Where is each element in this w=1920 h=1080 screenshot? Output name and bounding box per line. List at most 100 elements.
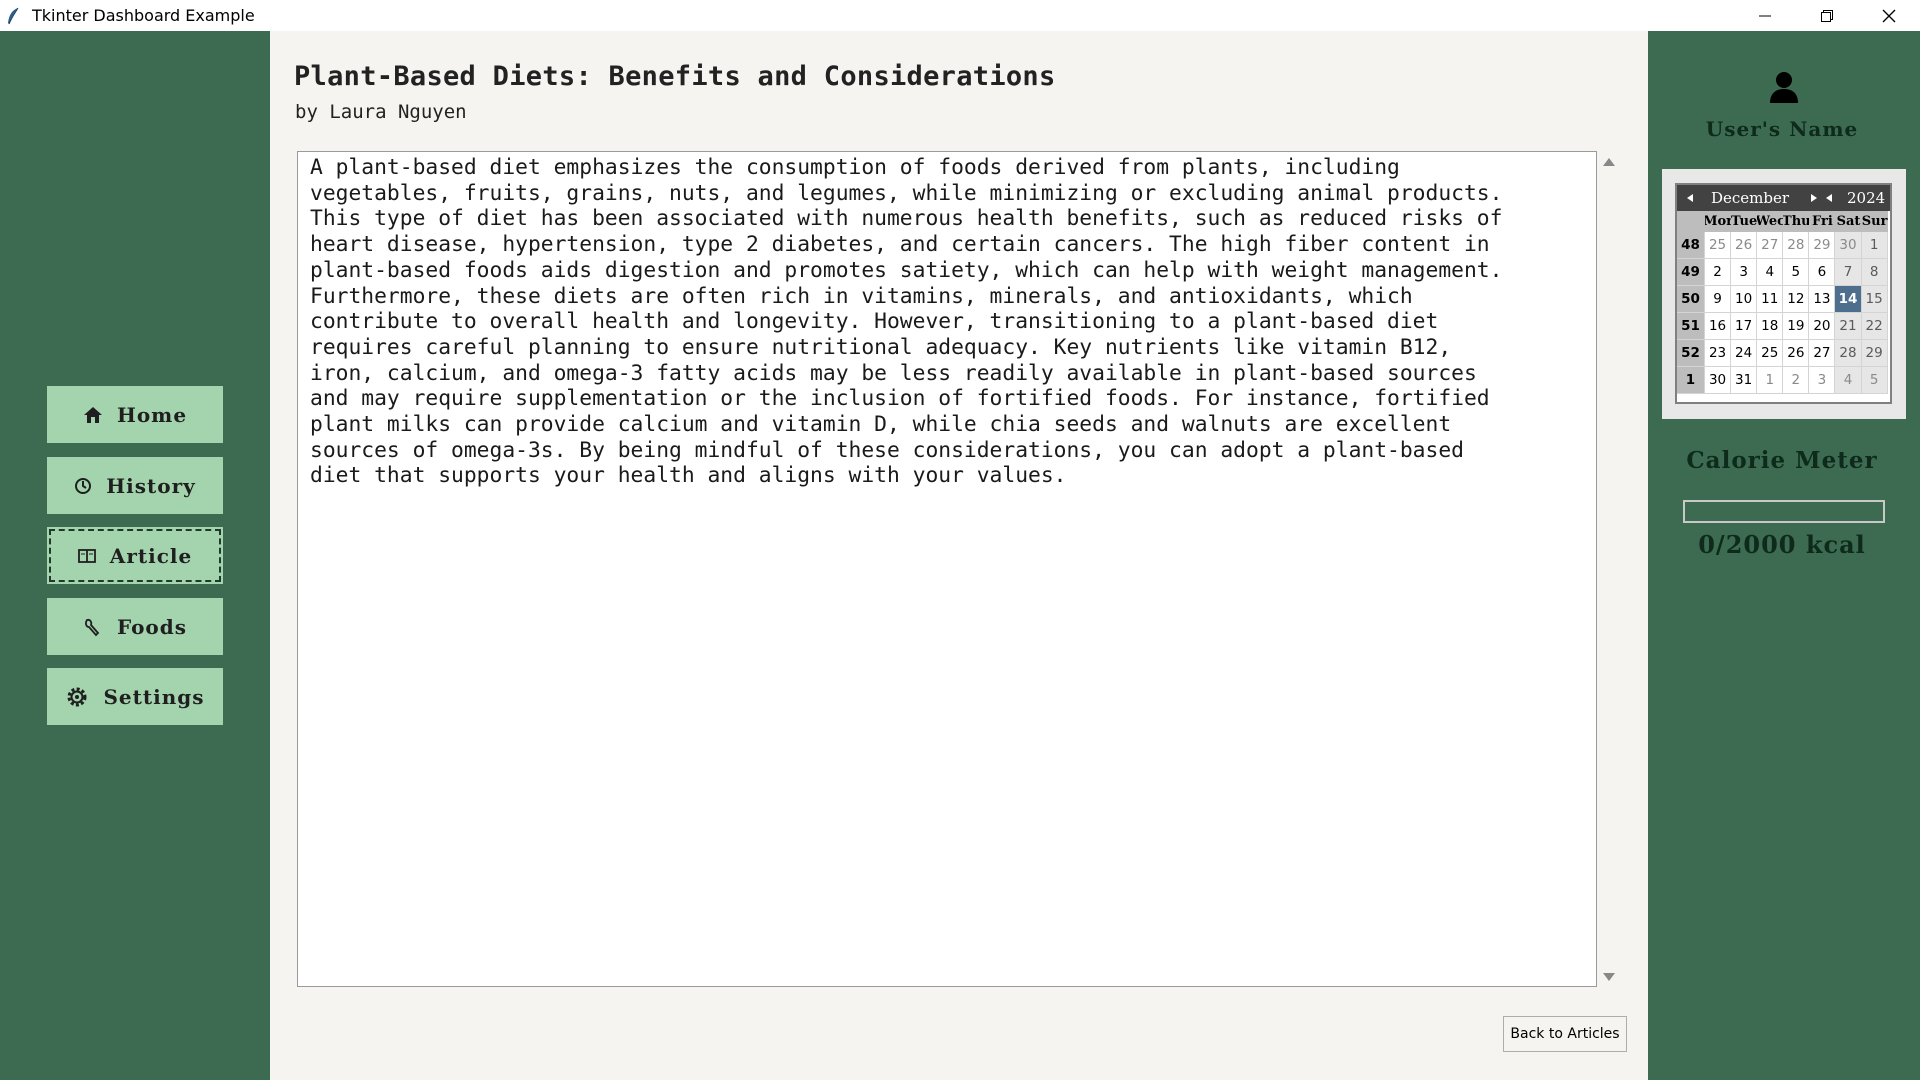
calendar-week-number: 52	[1677, 340, 1705, 367]
sidebar-item-settings[interactable]: Settings	[47, 668, 223, 725]
user-name: User's Name	[1705, 117, 1859, 141]
sidebar-item-label: Article	[109, 543, 193, 568]
calendar-day[interactable]: 16	[1705, 313, 1732, 340]
calendar-day[interactable]: 4	[1835, 367, 1862, 394]
article-body: A plant-based diet emphasizes the consum…	[310, 155, 1503, 489]
title-bar: Tkinter Dashboard Example	[0, 0, 1920, 31]
close-icon	[1882, 9, 1896, 22]
calendar-week-number: 51	[1677, 313, 1705, 340]
calendar-day[interactable]: 23	[1705, 340, 1732, 367]
sidebar: Home History Article Foods Settings	[0, 31, 270, 1080]
calendar-day[interactable]: 21	[1835, 313, 1862, 340]
calendar-day[interactable]: 15	[1861, 286, 1888, 313]
food-icon	[83, 617, 103, 637]
calendar-day[interactable]: 2	[1783, 367, 1810, 394]
calendar-grid: Mor Tue Wec Thu Fri Sat Sur 48 25 26 27 28 29 30 1 49 2 3…	[1677, 211, 1890, 394]
back-to-articles-button[interactable]: Back to Articles	[1503, 1016, 1627, 1052]
sidebar-item-label: Foods	[116, 614, 188, 639]
calendar-day[interactable]: 3	[1809, 367, 1836, 394]
calendar-year: 2024	[1847, 189, 1886, 207]
calorie-meter-title: Calorie Meter	[1686, 447, 1878, 474]
calendar-day[interactable]: 8	[1861, 259, 1888, 286]
calendar-day[interactable]: 18	[1757, 313, 1784, 340]
calorie-progress-bar	[1683, 500, 1885, 523]
calendar-day[interactable]: 25	[1705, 232, 1732, 259]
calendar-day[interactable]: 28	[1783, 232, 1810, 259]
calendar-day[interactable]: 2	[1705, 259, 1732, 286]
calendar-day[interactable]: 28	[1835, 340, 1862, 367]
scroll-down-arrow-icon[interactable]	[1603, 973, 1615, 981]
calendar-day[interactable]: 26	[1731, 232, 1758, 259]
calendar-day[interactable]: 22	[1861, 313, 1888, 340]
calendar-day[interactable]: 4	[1757, 259, 1784, 286]
prev-year-arrow-icon[interactable]	[1826, 194, 1832, 202]
calendar-weekday-header: Wec	[1757, 211, 1784, 232]
calorie-meter-value: 0/2000 kcal	[1698, 530, 1866, 559]
calendar-corner	[1677, 211, 1705, 232]
calendar-week-number: 48	[1677, 232, 1705, 259]
calendar-day[interactable]: 3	[1731, 259, 1758, 286]
calendar-day[interactable]: 26	[1783, 340, 1810, 367]
calendar-header: December 2024	[1677, 185, 1890, 211]
calendar-day[interactable]: 6	[1809, 259, 1836, 286]
calendar-weekday-header: Thu	[1783, 211, 1810, 232]
calendar-day[interactable]: 1	[1757, 367, 1784, 394]
calendar-day[interactable]: 17	[1731, 313, 1758, 340]
article-text-area[interactable]: A plant-based diet emphasizes the consum…	[297, 151, 1597, 987]
close-button[interactable]	[1858, 0, 1920, 31]
calendar-day[interactable]: 11	[1757, 286, 1784, 313]
calendar-day[interactable]: 9	[1705, 286, 1732, 313]
calendar-day[interactable]: 27	[1809, 340, 1836, 367]
calendar-day-selected[interactable]: 14	[1835, 286, 1862, 313]
minimize-icon	[1759, 15, 1771, 16]
calendar-day[interactable]: 20	[1809, 313, 1836, 340]
sidebar-item-home[interactable]: Home	[47, 386, 223, 443]
calendar-container: December 2024 Mor Tue Wec Thu Fri Sat Sur 48 25 2…	[1662, 169, 1906, 419]
calendar-weekday-header: Mor	[1705, 211, 1732, 232]
calendar-month: December	[1711, 189, 1790, 207]
calendar-day[interactable]: 19	[1783, 313, 1810, 340]
calendar-day[interactable]: 7	[1835, 259, 1862, 286]
sidebar-item-label: Home	[116, 402, 188, 427]
calendar-day[interactable]: 29	[1861, 340, 1888, 367]
calendar-weekday-header: Sat	[1835, 211, 1862, 232]
calendar-day[interactable]: 12	[1783, 286, 1810, 313]
restore-button[interactable]	[1796, 0, 1858, 31]
clock-icon	[74, 477, 92, 495]
sidebar-item-label: Settings	[103, 684, 205, 709]
calendar-day[interactable]: 13	[1809, 286, 1836, 313]
gear-icon	[65, 685, 89, 709]
book-icon	[77, 548, 96, 564]
calendar-weekday-header: Sur	[1861, 211, 1888, 232]
scroll-up-arrow-icon[interactable]	[1603, 158, 1615, 166]
calendar-day[interactable]: 1	[1861, 232, 1888, 259]
sidebar-item-history[interactable]: History	[47, 457, 223, 514]
calendar-week-number: 50	[1677, 286, 1705, 313]
calendar-weekday-header: Tue	[1731, 211, 1758, 232]
next-month-arrow-icon[interactable]	[1811, 194, 1817, 202]
calendar-day[interactable]: 27	[1757, 232, 1784, 259]
minimize-button[interactable]	[1734, 0, 1796, 31]
sidebar-item-foods[interactable]: Foods	[47, 598, 223, 655]
restore-icon	[1821, 9, 1833, 22]
calendar-day[interactable]: 31	[1731, 367, 1758, 394]
calendar-day[interactable]: 29	[1809, 232, 1836, 259]
sidebar-item-article[interactable]: Article	[47, 527, 223, 584]
calendar-day[interactable]: 24	[1731, 340, 1758, 367]
calendar-day[interactable]: 30	[1835, 232, 1862, 259]
main-content: Plant-Based Diets: Benefits and Consider…	[270, 31, 1648, 1080]
right-panel: User's Name December 2024 Mor Tue Wec Thu Fr…	[1648, 31, 1920, 1080]
sidebar-item-label: History	[106, 473, 196, 498]
vertical-scrollbar[interactable]	[1598, 151, 1618, 987]
calendar-day[interactable]: 5	[1861, 367, 1888, 394]
calendar-weekday-header: Fri	[1809, 211, 1836, 232]
calendar-day[interactable]: 10	[1731, 286, 1758, 313]
window-title: Tkinter Dashboard Example	[32, 6, 255, 25]
calendar-week-number: 49	[1677, 259, 1705, 286]
calendar-day[interactable]: 5	[1783, 259, 1810, 286]
calendar-day[interactable]: 25	[1757, 340, 1784, 367]
calendar-week-number: 1	[1677, 367, 1705, 394]
article-title: Plant-Based Diets: Benefits and Consider…	[294, 61, 1056, 92]
prev-month-arrow-icon[interactable]	[1687, 194, 1693, 202]
calendar-day[interactable]: 30	[1705, 367, 1732, 394]
